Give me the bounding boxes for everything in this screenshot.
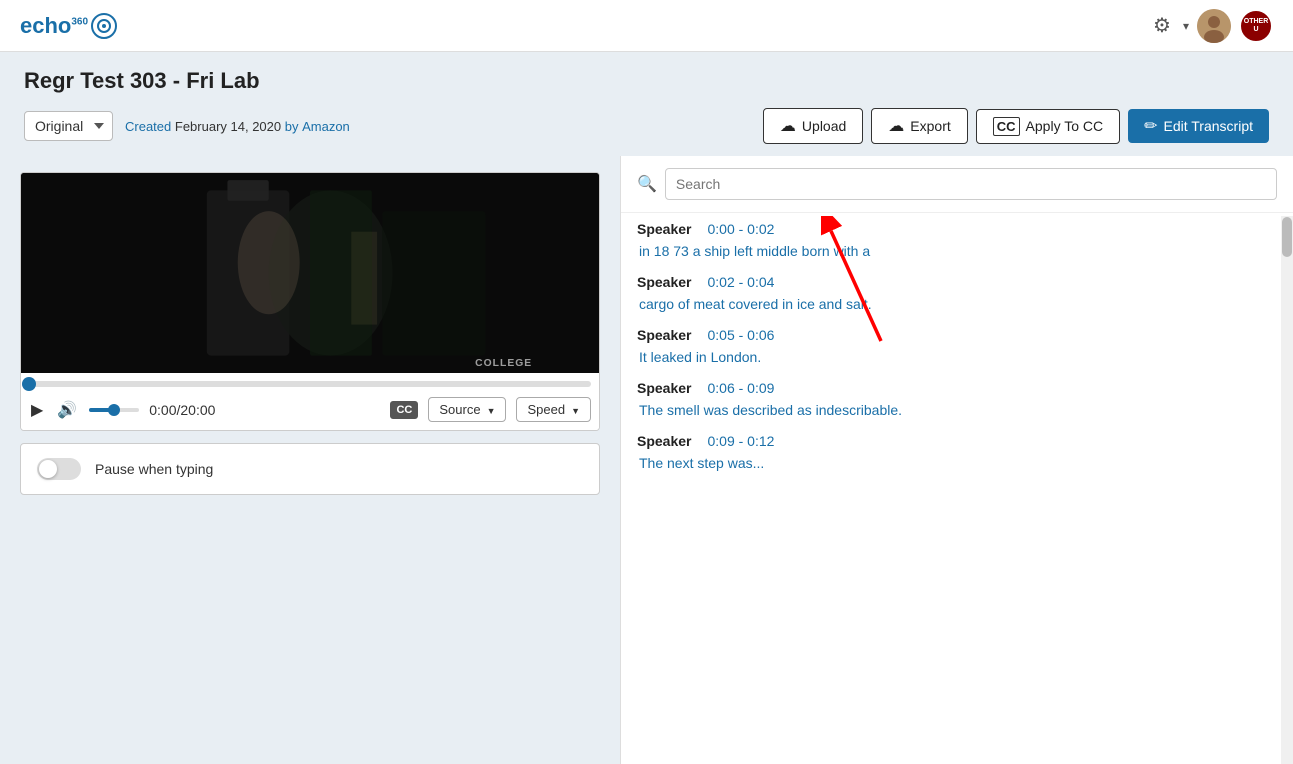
time-display: 0:00/20:00 <box>149 402 380 418</box>
source-chevron-icon <box>485 402 496 417</box>
video-screen[interactable]: COLLEGE <box>21 173 599 373</box>
header: echo360 ⚙ ▾ OTHERU <box>0 0 1293 52</box>
left-panel: COLLEGE ▶ 🔊 0:00/20:00 CC So <box>0 156 620 764</box>
transcript-text: The next step was... <box>637 453 1277 474</box>
export-button[interactable]: ☁ Export <box>871 108 967 144</box>
time-range: 0:05 - 0:06 <box>707 327 774 343</box>
time-range: 0:09 - 0:12 <box>707 433 774 449</box>
edit-transcript-button[interactable]: ✏ Edit Transcript <box>1128 109 1269 143</box>
export-icon: ☁ <box>888 116 904 136</box>
logo-text: echo360 <box>20 13 88 39</box>
institution-badge: OTHERU <box>1239 9 1273 43</box>
page-title: Regr Test 303 - Fri Lab <box>24 68 1269 94</box>
controls-row: ▶ 🔊 0:00/20:00 CC Source Speed <box>21 391 599 430</box>
cc-icon: CC <box>993 117 1020 136</box>
time-range: 0:00 - 0:02 <box>707 221 774 237</box>
speaker-label: Speaker <box>637 221 691 237</box>
progress-bar-area[interactable] <box>21 373 599 391</box>
toolbar-right: ☁ Upload ☁ Export CC Apply To CC ✏ Edit … <box>763 108 1269 144</box>
transcript-text: in 18 73 a ship left middle born with a <box>637 241 1277 262</box>
transcript-entry: Speaker 0:05 - 0:06 It leaked in London. <box>637 327 1277 368</box>
avatar <box>1197 9 1231 43</box>
speaker-row: Speaker 0:00 - 0:02 <box>637 221 1277 237</box>
speaker-label: Speaker <box>637 380 691 396</box>
created-info: Created February 14, 2020 by Amazon <box>125 119 350 134</box>
header-right: ⚙ ▾ OTHERU <box>1149 9 1273 43</box>
play-button[interactable]: ▶ <box>29 398 45 422</box>
speaker-label: Speaker <box>637 274 691 290</box>
pause-typing-label: Pause when typing <box>95 461 213 477</box>
speed-chevron-icon <box>569 402 580 417</box>
transcript-entry: Speaker 0:06 - 0:09 The smell was descri… <box>637 380 1277 421</box>
search-bar: 🔍 <box>621 156 1293 213</box>
logo-360: 360 <box>71 16 88 27</box>
progress-track[interactable] <box>29 381 591 387</box>
speaker-row: Speaker 0:09 - 0:12 <box>637 433 1277 449</box>
upload-icon: ☁ <box>780 116 796 136</box>
transcript-entry: Speaker 0:09 - 0:12 The next step was... <box>637 433 1277 474</box>
settings-button[interactable]: ⚙ <box>1149 9 1175 42</box>
version-dropdown[interactable]: Original <box>24 111 113 141</box>
source-button[interactable]: Source <box>428 397 506 422</box>
page-header: Regr Test 303 - Fri Lab Original Created… <box>0 52 1293 156</box>
svg-text:COLLEGE: COLLEGE <box>475 358 532 369</box>
transcript-entry: Speaker 0:02 - 0:04 cargo of meat covere… <box>637 274 1277 315</box>
speaker-label: Speaker <box>637 327 691 343</box>
toolbar-left: Original Created February 14, 2020 by Am… <box>24 111 350 141</box>
apply-cc-button[interactable]: CC Apply To CC <box>976 109 1120 144</box>
speaker-row: Speaker 0:06 - 0:09 <box>637 380 1277 396</box>
logo: echo360 <box>20 12 118 40</box>
speaker-row: Speaker 0:02 - 0:04 <box>637 274 1277 290</box>
speaker-row: Speaker 0:05 - 0:06 <box>637 327 1277 343</box>
speed-button[interactable]: Speed <box>516 397 591 422</box>
transcript-text: It leaked in London. <box>637 347 1277 368</box>
speaker-label: Speaker <box>637 433 691 449</box>
main-content: COLLEGE ▶ 🔊 0:00/20:00 CC So <box>0 156 1293 764</box>
right-panel: 🔍 Speaker 0:00 - 0:02 in 18 73 a ship le… <box>620 156 1293 764</box>
toggle-knob <box>39 460 57 478</box>
pause-typing-toggle[interactable] <box>37 458 81 480</box>
volume-slider[interactable] <box>89 408 139 412</box>
settings-dropdown-arrow[interactable]: ▾ <box>1183 19 1189 33</box>
source-label: Source <box>439 402 480 417</box>
time-range: 0:02 - 0:04 <box>707 274 774 290</box>
progress-thumb[interactable] <box>22 377 36 391</box>
avatar-image <box>1197 9 1231 43</box>
transcript-list: Speaker 0:00 - 0:02 in 18 73 a ship left… <box>621 213 1293 764</box>
scrollbar[interactable] <box>1281 216 1293 764</box>
logo-icon <box>90 12 118 40</box>
video-container: COLLEGE ▶ 🔊 0:00/20:00 CC So <box>20 172 600 431</box>
cc-toggle-button[interactable]: CC <box>390 401 418 419</box>
pause-typing-row: Pause when typing <box>20 443 600 495</box>
pencil-icon: ✏ <box>1144 116 1157 136</box>
video-still: COLLEGE <box>21 173 599 373</box>
transcript-text: cargo of meat covered in ice and salt. <box>637 294 1277 315</box>
scrollbar-thumb[interactable] <box>1282 217 1292 257</box>
time-range: 0:06 - 0:09 <box>707 380 774 396</box>
search-input[interactable] <box>665 168 1277 200</box>
volume-button[interactable]: 🔊 <box>55 398 79 422</box>
toolbar-row: Original Created February 14, 2020 by Am… <box>24 108 1269 156</box>
upload-button[interactable]: ☁ Upload <box>763 108 863 144</box>
search-icon: 🔍 <box>637 174 657 194</box>
volume-thumb <box>108 404 120 416</box>
transcript-text: The smell was described as indescribable… <box>637 400 1277 421</box>
transcript-entry: Speaker 0:00 - 0:02 in 18 73 a ship left… <box>637 221 1277 262</box>
speed-label: Speed <box>527 402 565 417</box>
